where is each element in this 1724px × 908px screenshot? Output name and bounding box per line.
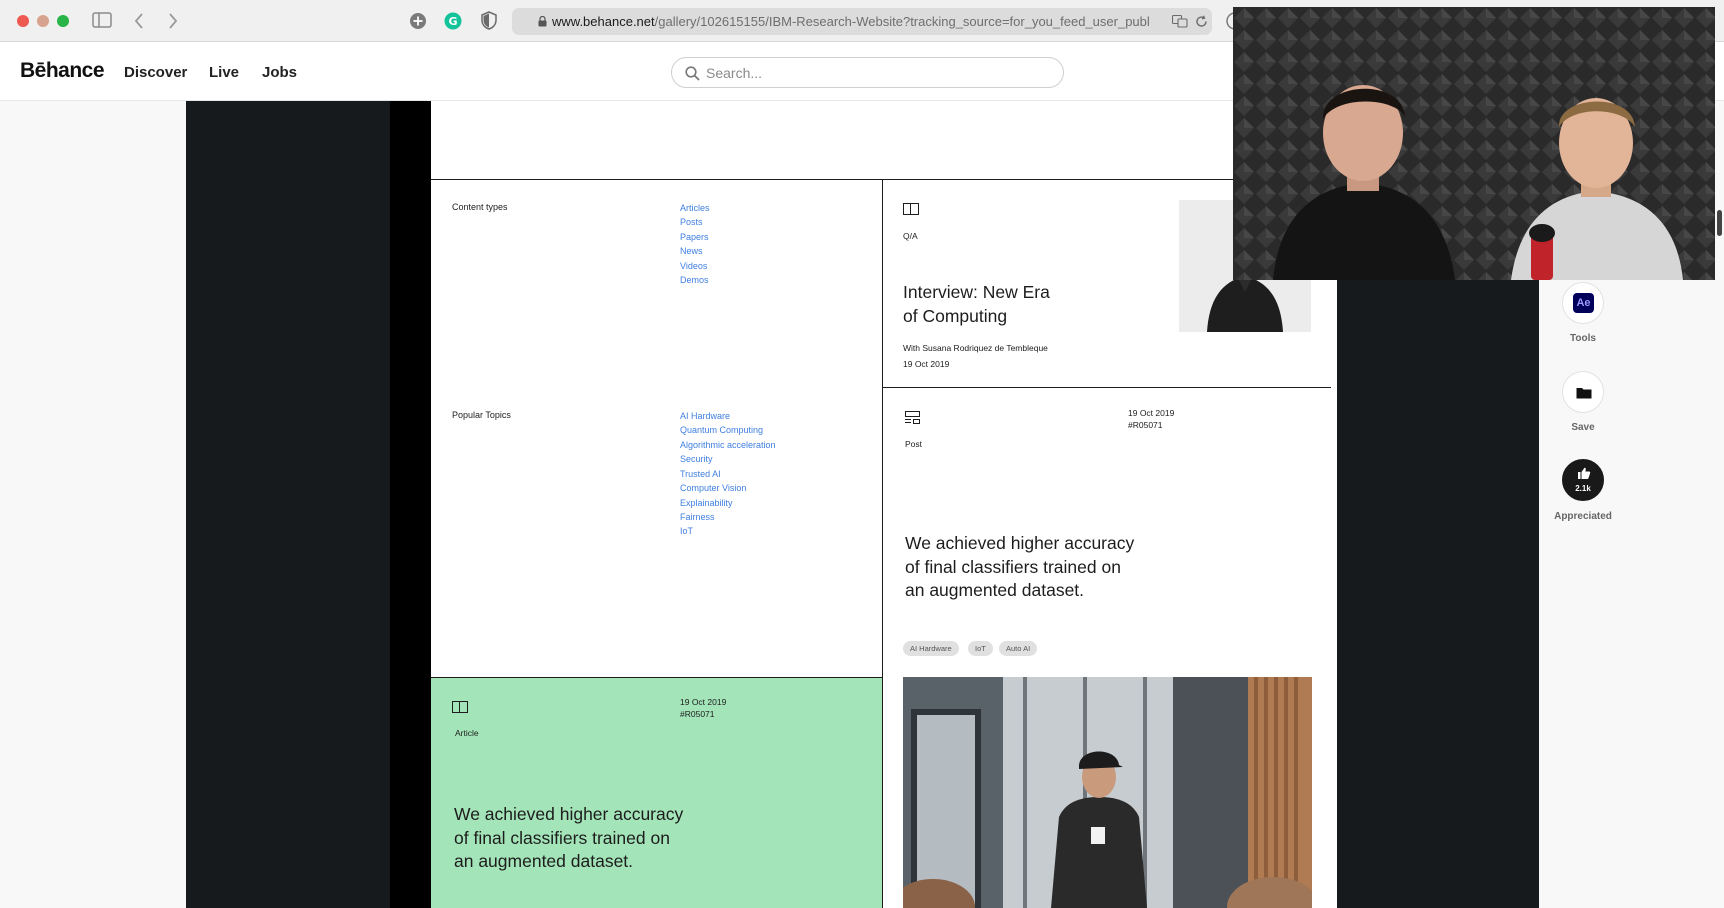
content-type-link: Articles <box>680 203 710 213</box>
reload-icon[interactable] <box>1195 15 1208 28</box>
thumbs-up-icon <box>1578 467 1591 479</box>
content-type-link: Posts <box>680 217 703 227</box>
post-card-ref: #R05071 <box>1128 420 1163 430</box>
search-input[interactable]: Search... <box>671 57 1064 88</box>
topic-link: Trusted AI <box>680 469 721 479</box>
appreciated-label: Appreciated <box>1554 511 1612 522</box>
article-card-headline: We achieved higher accuracy <box>454 804 684 824</box>
topic-link: Fairness <box>680 512 715 522</box>
minimize-window-button[interactable] <box>37 15 49 27</box>
book-icon <box>452 701 468 713</box>
svg-text:G: G <box>448 15 457 28</box>
post-card-headline: We achieved higher accuracy <box>905 533 1135 553</box>
topic-link: Explainability <box>680 498 733 508</box>
after-effects-badge: Ae <box>1573 293 1594 313</box>
speaker-photo-image <box>903 677 1312 908</box>
article-card-type: Article <box>455 728 479 738</box>
behance-logo[interactable]: Bēhance <box>20 59 105 83</box>
topic-link: Quantum Computing <box>680 425 764 435</box>
qa-card-title: Interview: New Era <box>903 282 1050 302</box>
topic-link: Security <box>680 454 713 464</box>
webcam-feed-image <box>1233 7 1715 280</box>
book-icon <box>903 203 919 215</box>
search-icon <box>685 66 700 81</box>
tools-button[interactable]: Ae <box>1562 282 1604 324</box>
project-image: Content types Articles Posts Papers News… <box>431 101 1337 908</box>
article-card-headline: of final classifiers trained on <box>454 828 670 848</box>
topic-link: AI Hardware <box>680 411 731 421</box>
nav-jobs[interactable]: Jobs <box>262 64 297 81</box>
forward-arrow-icon[interactable] <box>168 13 178 29</box>
post-card-headline: of final classifiers trained on <box>905 557 1121 577</box>
sidebar-toggle-icon[interactable] <box>92 12 112 28</box>
content-type-link: News <box>680 246 703 256</box>
post-tag: Auto AI <box>999 641 1038 656</box>
qa-card-title: of Computing <box>903 306 1008 326</box>
article-card-date: 19 Oct 2019 <box>680 697 727 707</box>
search-placeholder: Search... <box>706 65 763 81</box>
folder-icon <box>1576 388 1592 399</box>
article-card-headline: an augmented dataset. <box>454 851 634 871</box>
project-backdrop-strip <box>390 101 431 908</box>
qa-card-byline: With Susana Rodriquez de Tembleque <box>903 343 1048 353</box>
page-scrollbar-thumb[interactable] <box>1717 210 1722 236</box>
zoom-window-button[interactable] <box>57 15 69 27</box>
privacy-shield-icon[interactable] <box>481 11 497 30</box>
lock-icon <box>538 16 547 27</box>
qa-card-type: Q/A <box>903 231 918 241</box>
translate-icon[interactable] <box>1172 15 1188 28</box>
close-window-button[interactable] <box>17 15 29 27</box>
article-card-ref: #R05071 <box>680 709 715 719</box>
post-card-headline: an augmented dataset. <box>905 580 1085 600</box>
topic-link: Algorithmic acceleration <box>680 440 776 450</box>
add-extension-icon[interactable] <box>409 12 427 30</box>
back-arrow-icon[interactable] <box>134 13 144 29</box>
url-host: www.behance.net <box>552 14 655 29</box>
post-card-type: Post <box>905 439 923 449</box>
content-types-heading: Content types <box>452 202 508 212</box>
content-type-link: Papers <box>680 232 709 242</box>
address-bar[interactable]: www.behance.net/gallery/102615155/IBM-Re… <box>512 8 1212 35</box>
url-path: /gallery/102615155/IBM-Research-Website?… <box>654 14 1150 29</box>
appreciate-button[interactable]: 2.1k <box>1562 459 1604 501</box>
post-icon <box>905 411 921 424</box>
topic-link: Computer Vision <box>680 483 747 493</box>
content-type-link: Videos <box>680 261 708 271</box>
grid-divider <box>882 179 883 908</box>
grammarly-extension-icon[interactable]: G <box>444 12 462 30</box>
webcam-video-overlay <box>1233 7 1715 280</box>
project-backdrop-left <box>186 101 390 908</box>
save-label: Save <box>1571 422 1595 433</box>
article-card: 19 Oct 2019 #R05071 Article We achieved … <box>431 678 882 908</box>
content-type-link: Demos <box>680 275 709 285</box>
left-gutter <box>0 101 186 908</box>
tools-label: Tools <box>1570 333 1596 344</box>
post-tag: AI Hardware <box>903 641 959 656</box>
nav-live[interactable]: Live <box>209 64 239 81</box>
grid-divider <box>431 179 1337 180</box>
save-button[interactable] <box>1562 371 1604 413</box>
popular-topics-heading: Popular Topics <box>452 410 511 420</box>
grid-divider <box>882 387 1331 388</box>
appreciate-count: 2.1k <box>1575 484 1591 493</box>
post-card-date: 19 Oct 2019 <box>1128 408 1175 418</box>
topic-link: IoT <box>680 526 694 536</box>
nav-discover[interactable]: Discover <box>124 64 187 81</box>
post-tag: IoT <box>968 641 993 656</box>
qa-card-date: 19 Oct 2019 <box>903 359 950 369</box>
